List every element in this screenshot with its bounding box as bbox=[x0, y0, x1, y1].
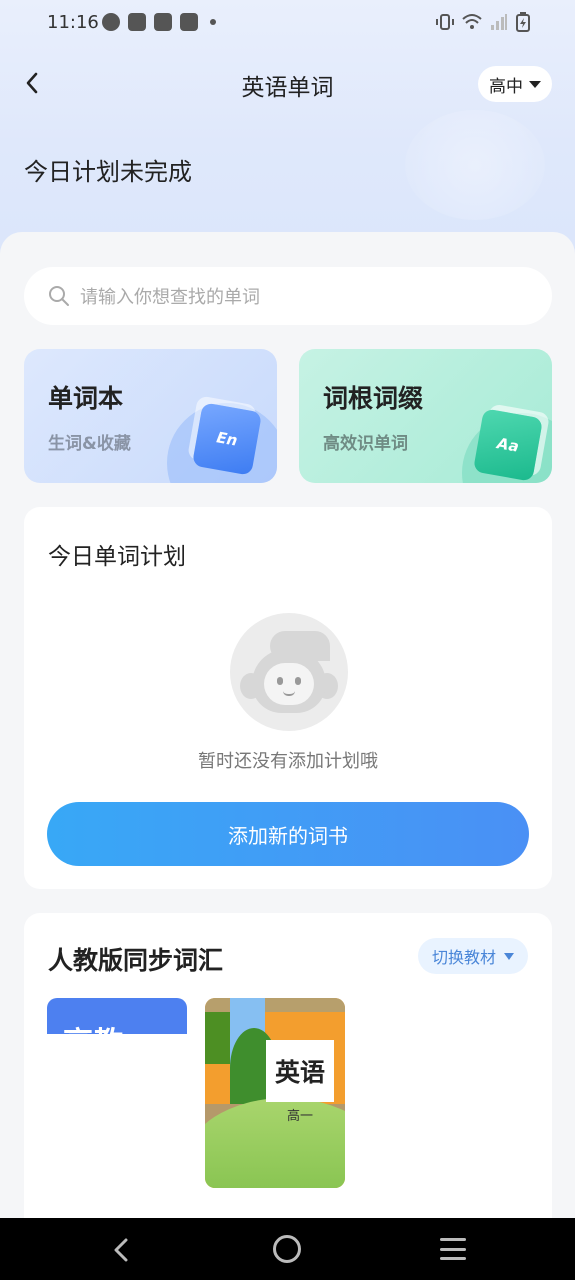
monkey-eye bbox=[277, 677, 283, 685]
grade-selected-label: 高中 bbox=[489, 76, 523, 97]
cover-decoration bbox=[205, 1012, 230, 1064]
monkey-hair bbox=[270, 631, 330, 661]
sync-vocabulary-card: 人教版同步词汇 切换教材 高教 英语 高一 bbox=[24, 913, 552, 1233]
system-navigation-bar bbox=[0, 1218, 575, 1280]
aa-book-icon: Aa bbox=[472, 408, 544, 482]
shopping-bag-icon bbox=[128, 13, 146, 31]
empty-plan-text: 暂时还没有添加计划哦 bbox=[198, 751, 378, 772]
plan-status-text: 今日计划未完成 bbox=[24, 158, 192, 186]
monkey-illustration bbox=[230, 613, 348, 731]
switch-textbook-label: 切换教材 bbox=[431, 948, 496, 967]
status-bar: 11:16 bbox=[0, 0, 575, 48]
nav-recents-icon[interactable] bbox=[440, 1238, 466, 1260]
shopping-bag-icon bbox=[154, 13, 172, 31]
notification-icons bbox=[102, 13, 216, 31]
add-new-book-button[interactable]: 添加新的词书 bbox=[47, 802, 529, 866]
search-icon bbox=[49, 286, 69, 306]
book-cover-text: 高教 bbox=[63, 1018, 123, 1034]
system-icons bbox=[436, 12, 530, 32]
signal-icon bbox=[491, 14, 507, 30]
word-roots-subtitle: 高效识单词 bbox=[323, 434, 408, 454]
word-roots-title: 词根词缀 bbox=[323, 384, 424, 413]
book-cover-title: 英语 bbox=[266, 1040, 334, 1102]
search-input[interactable]: 请输入你想查找的单词 bbox=[24, 267, 552, 325]
monkey-inner-face bbox=[264, 663, 314, 705]
monkey-mouth bbox=[283, 691, 295, 696]
vocabulary-book-title: 单词本 bbox=[48, 384, 124, 413]
sync-vocabulary-title: 人教版同步词汇 bbox=[48, 946, 224, 975]
monkey-eye bbox=[295, 677, 301, 685]
nav-home-icon[interactable] bbox=[273, 1235, 301, 1263]
status-time: 11:16 bbox=[47, 12, 99, 33]
caret-down-icon bbox=[529, 80, 541, 88]
caret-down-icon bbox=[504, 952, 514, 960]
search-placeholder: 请输入你想查找的单词 bbox=[80, 287, 260, 308]
today-plan-title: 今日单词计划 bbox=[48, 544, 186, 570]
en-book-icon: En bbox=[191, 402, 263, 476]
book-cover-english-grade10[interactable]: 英语 高一 bbox=[205, 998, 345, 1188]
vocabulary-book-subtitle: 生词&收藏 bbox=[48, 434, 131, 454]
vibrate-icon bbox=[436, 14, 454, 30]
grade-dropdown[interactable]: 高中 bbox=[478, 66, 552, 102]
vocabulary-book-card[interactable]: En 单词本 生词&收藏 bbox=[24, 349, 277, 483]
speedometer-icon bbox=[102, 13, 120, 31]
battery-charging-icon bbox=[516, 12, 530, 32]
cover-decoration bbox=[205, 998, 345, 1012]
shopping-bag-icon bbox=[180, 13, 198, 31]
nav-back-icon[interactable] bbox=[108, 1236, 136, 1264]
book-cover-gaojiao[interactable]: 高教 bbox=[47, 998, 187, 1034]
wifi-icon bbox=[462, 14, 482, 29]
dot-icon bbox=[210, 19, 216, 25]
book-cover-grade: 高一 bbox=[286, 1108, 313, 1124]
switch-textbook-button[interactable]: 切换教材 bbox=[417, 938, 528, 974]
today-plan-card: 今日单词计划 暂时还没有添加计划哦 添加新的词书 bbox=[24, 507, 552, 889]
word-roots-card[interactable]: Aa 词根词缀 高效识单词 bbox=[299, 349, 552, 483]
